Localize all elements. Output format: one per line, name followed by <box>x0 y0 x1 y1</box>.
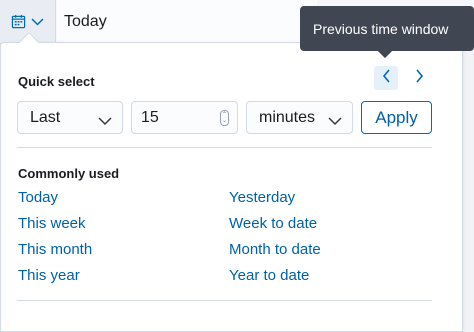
tooltip: Previous time window <box>300 6 474 51</box>
amount-value: 15 <box>141 108 159 126</box>
divider <box>17 147 432 148</box>
direction-select[interactable]: Last <box>17 101 123 134</box>
tooltip-text: Previous time window <box>313 20 449 37</box>
direction-select-value: Last <box>30 108 61 126</box>
divider <box>17 300 432 301</box>
commonly-used-this-week[interactable]: This week <box>18 215 86 232</box>
commonly-used-this-year[interactable]: This year <box>18 267 80 284</box>
calendar-icon <box>11 14 26 29</box>
chevron-down-icon <box>98 113 112 131</box>
commonly-used-month-to-date[interactable]: Month to date <box>229 241 321 258</box>
chevron-left-icon <box>382 68 391 88</box>
commonly-used-this-month[interactable]: This month <box>18 241 92 258</box>
commonly-used-year-to-date[interactable]: Year to date <box>229 267 309 284</box>
commonly-used-today[interactable]: Today <box>18 189 58 206</box>
unit-select[interactable]: minutes <box>246 101 353 134</box>
date-range-value: Today <box>64 12 107 30</box>
unit-select-value: minutes <box>259 108 316 126</box>
commonly-used-yesterday[interactable]: Yesterday <box>229 189 295 206</box>
amount-input[interactable]: 15 ⌃ ⌄ <box>131 101 238 134</box>
previous-time-window-button[interactable] <box>374 66 398 90</box>
quick-select-title: Quick select <box>18 74 95 89</box>
commonly-used-title: Commonly used <box>18 166 120 181</box>
apply-button[interactable]: Apply <box>361 101 432 134</box>
chevron-down-icon <box>328 113 342 131</box>
commonly-used-week-to-date[interactable]: Week to date <box>229 215 317 232</box>
stepper-icon[interactable]: ⌃ ⌄ <box>220 110 229 126</box>
chevron-down-icon <box>31 17 44 26</box>
date-range-display[interactable]: Today <box>57 0 317 43</box>
next-time-window-button[interactable] <box>407 66 431 90</box>
chevron-right-icon <box>415 68 424 88</box>
